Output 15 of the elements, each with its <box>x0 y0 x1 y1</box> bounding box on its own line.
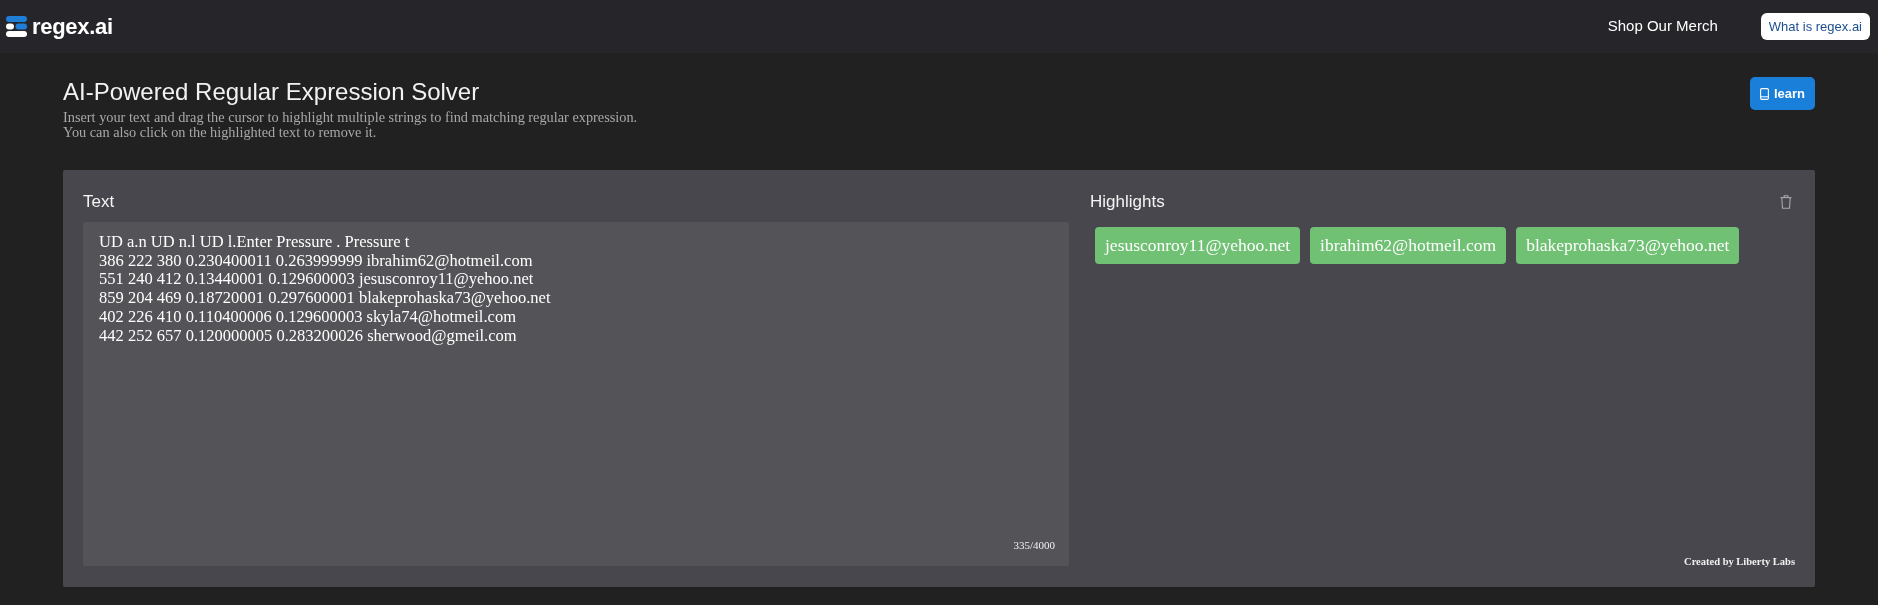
trash-icon[interactable] <box>1780 195 1792 209</box>
panel-label: Highlights <box>1090 191 1165 213</box>
text-input-field[interactable]: UD a.n UD n.l UD l.Enter Pressure . Pressure t 386 222 380 0.230400011 0.263999999 ibrahim62@hotmeil.com 551 240 412 0.13440001 0.129600003 jesusconroy11@yehoo.net 859 204 469 0.18720001 0.297600001 blakeprohaska73@yehoo.net 402 226 410 0.110400006 0.129600003 skyla74@hotmeil.com 442 252 657 0.120000005 0.283200026 sherwood@gmeil.com 335/4000 <box>83 222 1069 566</box>
book-icon <box>1759 87 1769 100</box>
what-is-button[interactable]: What is regex.ai <box>1760 13 1870 40</box>
character-counter: 335/4000 <box>1013 539 1055 552</box>
logo-text[interactable]: regex.ai <box>32 13 113 40</box>
credit-text: Created by Liberty Labs <box>1684 555 1795 568</box>
panel-label: Text <box>83 191 116 213</box>
logo-icon[interactable] <box>6 16 27 37</box>
nav-link[interactable]: Shop Our Merch <box>1607 15 1718 38</box>
page-title: AI-Powered Regular Expression Solver <box>63 77 481 107</box>
instruction-text: You can also click on the highlighted text to remove it. <box>63 125 377 140</box>
instruction-text: Insert your text and drag the cursor to highlight multiple strings to find matching regular expression. <box>63 110 638 125</box>
learn-button[interactable]: learn <box>1749 77 1815 110</box>
